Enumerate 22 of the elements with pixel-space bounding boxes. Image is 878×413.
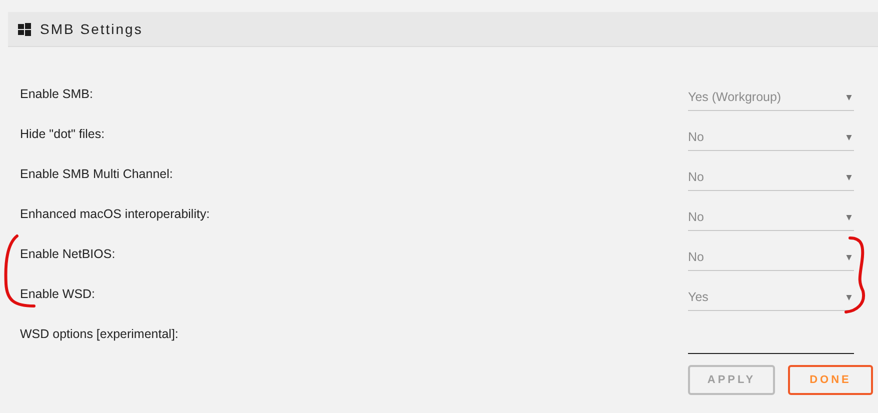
setting-label: Hide "dot" files: xyxy=(20,126,106,143)
caret-icon xyxy=(846,94,852,100)
done-button[interactable]: DONE xyxy=(788,365,873,395)
caret-icon xyxy=(846,254,852,260)
caret-icon xyxy=(846,134,852,140)
dropdown[interactable]: No xyxy=(688,165,854,191)
dropdown[interactable]: Yes (Workgroup) xyxy=(688,85,854,111)
setting-label: Enable NetBIOS: xyxy=(20,246,116,263)
caret-icon xyxy=(846,214,852,220)
setting-label: Enable SMB Multi Channel: xyxy=(20,166,174,183)
dropdown[interactable]: Yes xyxy=(688,285,854,311)
dropdown[interactable]: No xyxy=(688,245,854,271)
windows-logo-icon xyxy=(18,22,31,36)
caret-icon xyxy=(846,294,852,300)
setting-label: Enable SMB: xyxy=(20,86,94,103)
setting-label: Enhanced macOS interoperability: xyxy=(20,206,211,223)
dropdown[interactable]: No xyxy=(688,125,854,151)
caret-icon xyxy=(846,174,852,180)
setting-label: WSD options [experimental]: xyxy=(20,326,180,343)
setting-label: Enable WSD: xyxy=(20,286,96,303)
panel-title: SMB Settings xyxy=(40,20,143,39)
dropdown[interactable]: No xyxy=(688,205,854,231)
